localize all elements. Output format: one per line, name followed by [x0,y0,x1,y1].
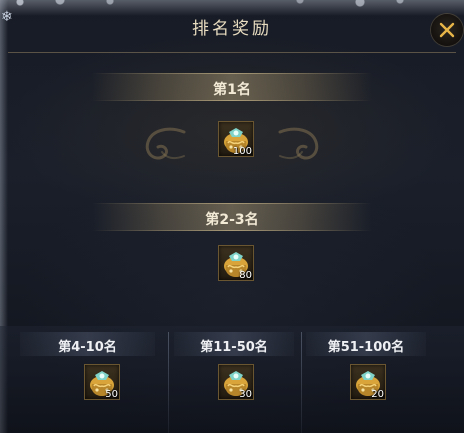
tier-banner-2: 第2-3名 [92,203,372,231]
banner-edge-top [92,203,372,204]
tier-banner-5: 第51-100名 [306,332,426,356]
tier-label-5: 第51-100名 [327,340,405,355]
tier-label-4: 第11-50名 [200,340,268,355]
reward-count-4: 30 [239,389,252,400]
reward-item-3[interactable]: 50 [84,364,120,400]
panel-title: 排名奖励 [192,19,272,39]
reward-count-2: 80 [239,270,252,281]
tier-banner-4: 第11-50名 [174,332,294,356]
tier-label-2: 第2-3名 [205,212,259,228]
reward-item-2[interactable]: 80 [218,245,254,281]
reward-item-4[interactable]: 30 [218,364,254,400]
rank-reward-panel: ❄ 排名奖励 第1名 100 第2-3名 80 第4-10名 第11-50名 第… [0,0,464,433]
right-ornament-icon [278,127,319,160]
reward-item-5[interactable]: 20 [350,364,386,400]
tier-banner-1: 第1名 [92,73,372,101]
close-x-icon [439,22,455,38]
banner-edge-bottom [92,230,372,231]
tier-label-3: 第4-10名 [58,340,117,355]
reward-count-5: 20 [371,389,384,400]
reward-item-1[interactable]: 100 [218,121,254,157]
banner-edge-bottom [92,100,372,101]
tier-banner-3: 第4-10名 [20,332,155,356]
column-divider [168,332,169,433]
reward-count-3: 50 [105,389,118,400]
column-divider [301,332,302,433]
close-button[interactable] [431,14,463,46]
left-ornament-icon [145,127,186,160]
banner-edge-top [92,73,372,74]
reward-count-1: 100 [232,146,252,157]
tier-label-1: 第1名 [213,82,251,98]
